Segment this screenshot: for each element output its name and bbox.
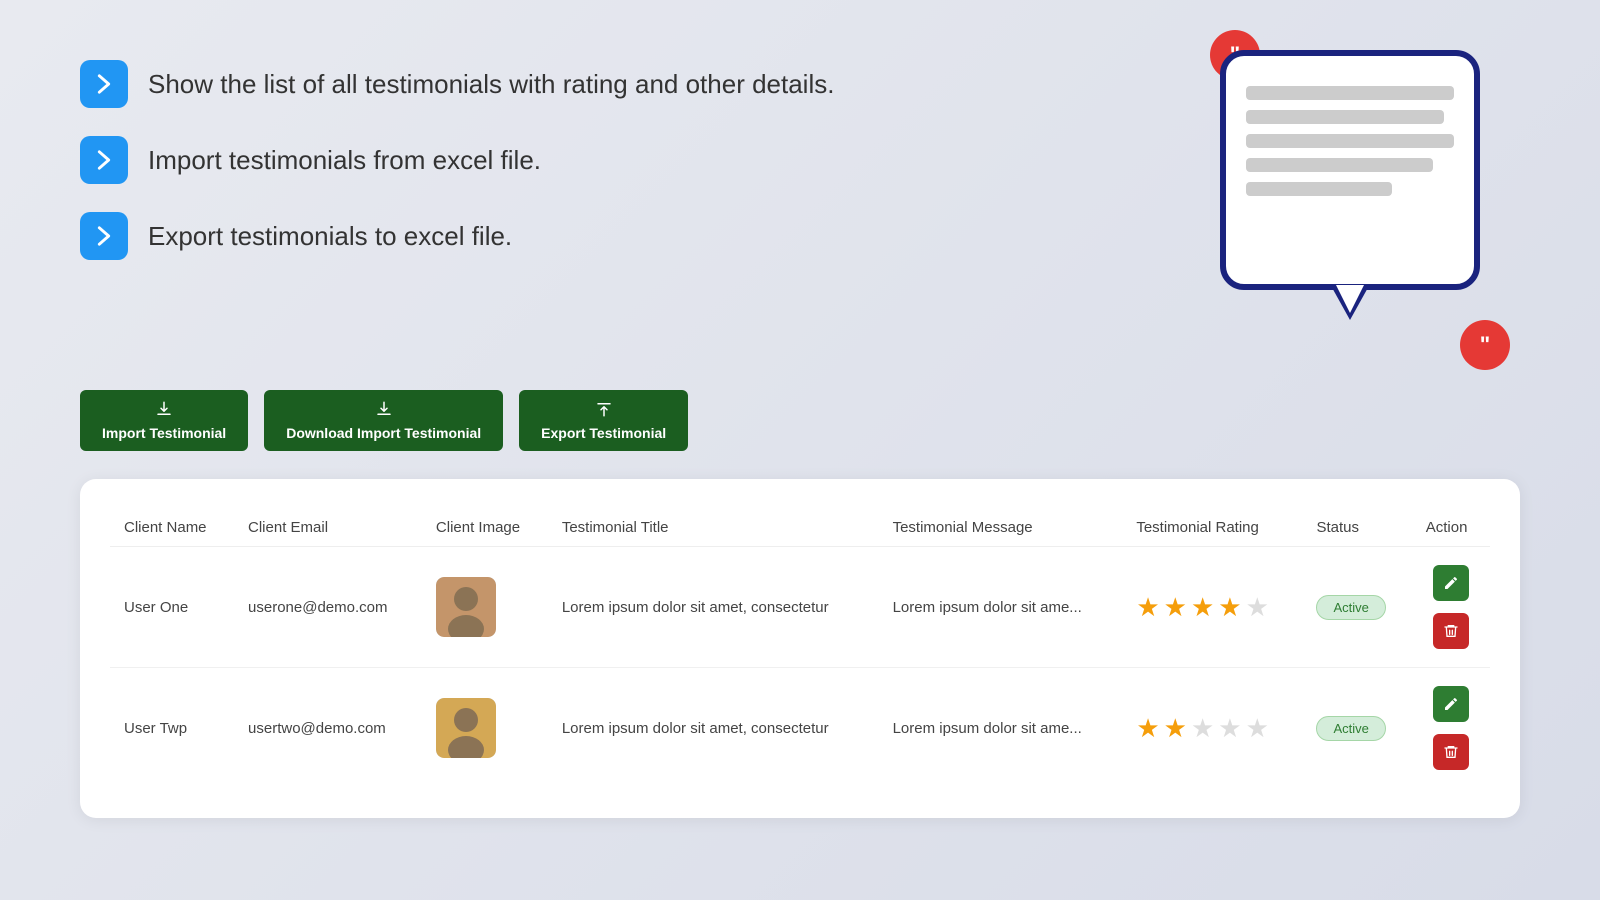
button-icon <box>595 400 613 421</box>
star-icon: ★ <box>1246 592 1269 623</box>
status-cell: Active <box>1302 668 1411 789</box>
status-badge: Active <box>1316 716 1385 741</box>
arrow-icon <box>80 136 128 184</box>
client-name: User Twp <box>110 668 234 789</box>
avatar <box>436 577 496 637</box>
testimonial-title: Lorem ipsum dolor sit amet, consectetur <box>548 668 879 789</box>
feature-text: Show the list of all testimonials with r… <box>148 69 834 100</box>
actions-container <box>1426 686 1476 770</box>
stars-container: ★★★★★ <box>1136 592 1288 623</box>
status-badge: Active <box>1316 595 1385 620</box>
trash-icon <box>1443 744 1459 760</box>
table-column-header: Client Name <box>110 509 234 547</box>
button-icon <box>375 400 393 421</box>
table-body: User One userone@demo.com Lorem ipsum do… <box>110 547 1490 789</box>
star-icon: ★ <box>1218 713 1241 744</box>
download-import-btn[interactable]: Download Import Testimonial <box>264 390 503 451</box>
feature-item: Import testimonials from excel file. <box>80 136 1200 184</box>
action-cell <box>1412 547 1490 668</box>
client-image-cell <box>422 668 548 789</box>
table-column-header: Testimonial Title <box>548 509 879 547</box>
delete-button[interactable] <box>1433 734 1469 770</box>
star-icon: ★ <box>1136 592 1159 623</box>
feature-text: Import testimonials from excel file. <box>148 145 541 176</box>
client-image-cell <box>422 547 548 668</box>
bubble-line <box>1246 134 1454 148</box>
arrow-icon <box>80 60 128 108</box>
table-header: Client NameClient EmailClient ImageTesti… <box>110 509 1490 547</box>
button-label: Import Testimonial <box>102 425 226 441</box>
bubble-lines <box>1226 56 1474 216</box>
avatar-container <box>436 577 496 637</box>
bubble-line <box>1246 110 1444 124</box>
table-column-header: Client Image <box>422 509 548 547</box>
bubble-line <box>1246 158 1433 172</box>
button-icon <box>155 400 173 421</box>
arrow-icon <box>80 212 128 260</box>
status-cell: Active <box>1302 547 1411 668</box>
star-icon: ★ <box>1246 713 1269 744</box>
star-icon: ★ <box>1164 592 1187 623</box>
import-btn[interactable]: Import Testimonial <box>80 390 248 451</box>
testimonial-rating: ★★★★★ <box>1122 668 1302 789</box>
edit-button[interactable] <box>1433 686 1469 722</box>
star-icon: ★ <box>1164 713 1187 744</box>
actions-container <box>1426 565 1476 649</box>
table-row: User Twp usertwo@demo.com Lorem ipsum do… <box>110 668 1490 789</box>
table-container: Client NameClient EmailClient ImageTesti… <box>80 479 1520 818</box>
client-email: usertwo@demo.com <box>234 668 422 789</box>
table-column-header: Status <box>1302 509 1411 547</box>
table-column-header: Client Email <box>234 509 422 547</box>
avatar <box>436 698 496 758</box>
testimonial-rating: ★★★★★ <box>1122 547 1302 668</box>
quote-dot-bottom-right: " <box>1460 320 1510 370</box>
top-section: Show the list of all testimonials with r… <box>80 60 1520 350</box>
edit-button[interactable] <box>1433 565 1469 601</box>
bubble-line <box>1246 86 1454 100</box>
testimonials-table: Client NameClient EmailClient ImageTesti… <box>110 509 1490 788</box>
testimonial-message: Lorem ipsum dolor sit ame... <box>879 547 1123 668</box>
client-email: userone@demo.com <box>234 547 422 668</box>
avatar-container <box>436 698 496 758</box>
button-label: Export Testimonial <box>541 425 666 441</box>
delete-button[interactable] <box>1433 613 1469 649</box>
star-icon: ★ <box>1136 713 1159 744</box>
testimonial-message: Lorem ipsum dolor sit ame... <box>879 668 1123 789</box>
edit-icon <box>1443 575 1459 591</box>
action-cell <box>1412 668 1490 789</box>
table-column-header: Action <box>1412 509 1490 547</box>
table-header-row: Client NameClient EmailClient ImageTesti… <box>110 509 1490 547</box>
edit-icon <box>1443 696 1459 712</box>
star-icon: ★ <box>1218 592 1241 623</box>
client-name: User One <box>110 547 234 668</box>
stars-container: ★★★★★ <box>1136 713 1288 744</box>
features-list: Show the list of all testimonials with r… <box>80 60 1200 260</box>
export-btn[interactable]: Export Testimonial <box>519 390 688 451</box>
star-icon: ★ <box>1191 592 1214 623</box>
table-row: User One userone@demo.com Lorem ipsum do… <box>110 547 1490 668</box>
star-icon: ★ <box>1191 713 1214 744</box>
table-column-header: Testimonial Message <box>879 509 1123 547</box>
speech-bubble <box>1220 50 1480 290</box>
testimonial-icon: " " <box>1200 30 1520 350</box>
feature-item: Show the list of all testimonials with r… <box>80 60 1200 108</box>
trash-icon <box>1443 623 1459 639</box>
bubble-line <box>1246 182 1392 196</box>
feature-text: Export testimonials to excel file. <box>148 221 512 252</box>
action-buttons-row: Import Testimonial Download Import Testi… <box>80 390 1520 451</box>
table-column-header: Testimonial Rating <box>1122 509 1302 547</box>
bubble-tail-inner <box>1336 285 1364 313</box>
button-label: Download Import Testimonial <box>286 425 481 441</box>
testimonial-title: Lorem ipsum dolor sit amet, consectetur <box>548 547 879 668</box>
feature-item: Export testimonials to excel file. <box>80 212 1200 260</box>
